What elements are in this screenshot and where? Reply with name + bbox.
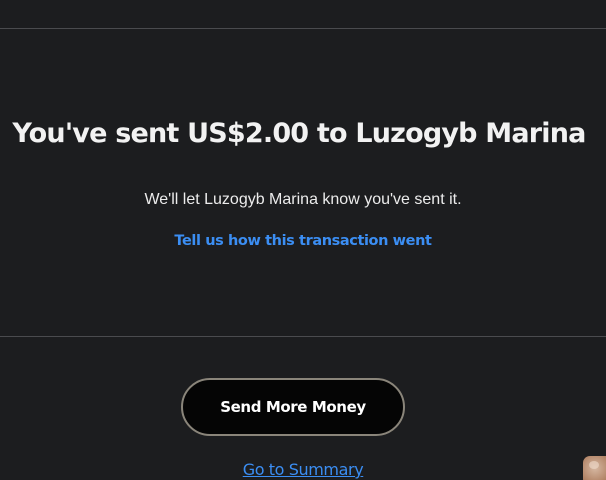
feedback-link[interactable]: Tell us how this transaction went bbox=[0, 233, 606, 249]
section-divider bbox=[0, 336, 606, 337]
send-more-money-button[interactable]: Send More Money bbox=[181, 378, 405, 436]
avatar-thumbnail-icon[interactable] bbox=[583, 456, 606, 480]
top-bar bbox=[0, 0, 606, 28]
top-divider bbox=[0, 28, 606, 29]
confirmation-subtext: We'll let Luzogyb Marina know you've sen… bbox=[144, 191, 462, 208]
go-to-summary-link[interactable]: Go to Summary bbox=[0, 460, 606, 479]
send-more-money-label: Send More Money bbox=[220, 398, 366, 416]
confirmation-headline: You've sent US$2.00 to Luzogyb Marina bbox=[12, 118, 586, 149]
